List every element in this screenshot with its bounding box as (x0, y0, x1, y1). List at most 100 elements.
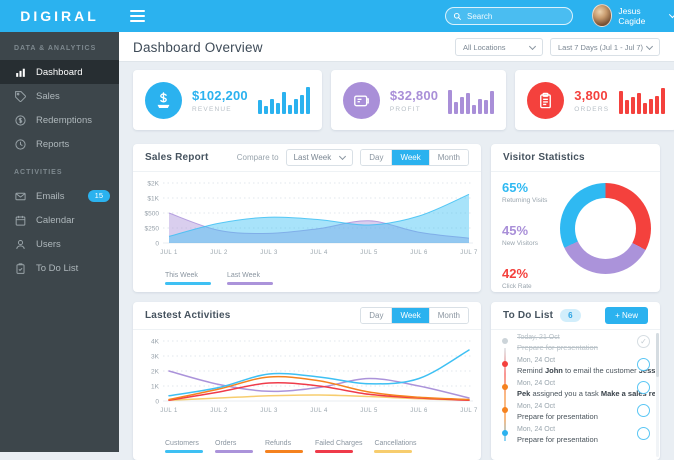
stat-value: $102,200 (192, 87, 248, 103)
svg-text:4K: 4K (151, 338, 160, 345)
svg-text:JUL 4: JUL 4 (310, 408, 328, 414)
svg-text:JUL 6: JUL 6 (410, 408, 428, 414)
visitor-stat-click-rate: 42% Click Rate (502, 266, 547, 290)
stat-card-revenue: $102,200 REVENUE (133, 70, 322, 130)
card-title: Visitor Statistics (503, 152, 585, 163)
svg-text:2K: 2K (151, 368, 160, 375)
chevron-down-icon (528, 42, 537, 50)
stat-value: $32,800 (389, 87, 439, 103)
todo-checkbox[interactable] (637, 404, 650, 417)
todo-checkbox[interactable] (637, 358, 650, 371)
clipboard-icon (14, 262, 27, 275)
date-range-filter[interactable]: Last 7 Days (Jul 1 - Jul 7) (550, 38, 660, 56)
svg-text:JUL 7: JUL 7 (460, 250, 478, 256)
stat-meta: $102,200 REVENUE (192, 88, 248, 113)
chevron-down-icon (668, 11, 674, 18)
latest-activities-header: Lastest Activities Day Week Month (133, 302, 481, 330)
range-button-week[interactable]: Week (391, 308, 429, 323)
sidebar-item-emails[interactable]: Emails 15 (0, 184, 119, 208)
todo-item: Mon, 24 Oct Prepare for presentation (491, 400, 655, 423)
new-todo-button[interactable]: + New (605, 307, 648, 324)
revenue-icon (145, 81, 182, 119)
sidebar-item-calendar[interactable]: Calendar (0, 208, 119, 232)
sidebar-item-label: Redemptions (36, 114, 92, 126)
stat-card-orders: 3,800 ORDERS (515, 70, 674, 130)
todo-checkbox[interactable] (637, 427, 650, 440)
range-button-week[interactable]: Week (391, 150, 429, 165)
sidebar-item-reports[interactable]: Reports (0, 132, 119, 156)
card-title: To Do List (503, 310, 554, 321)
envelope-icon (14, 190, 27, 203)
user-menu[interactable]: Jesus Cagide (592, 4, 674, 27)
stat-label: PROFIT (389, 105, 421, 113)
todo-date: Today, 21 Oct (517, 334, 560, 341)
sales-report-legend: This Week Last Week (165, 272, 273, 285)
menu-icon[interactable] (130, 10, 145, 22)
sidebar-item-label: To Do List (36, 262, 79, 274)
sidebar: DATA & ANALYTICS Dashboard Sales Redemption… (0, 32, 119, 452)
clock-icon (14, 138, 27, 151)
todo-body: Mon, 24 Oct Prepare for presentation (517, 403, 633, 421)
topbar: DIGIRAL Jesus Cagide (0, 0, 674, 32)
sidebar-item-sales[interactable]: Sales (0, 84, 119, 108)
page-header: Dashboard Overview All Locations Last 7 … (119, 32, 674, 62)
visitor-stat-label: New Visitors (502, 240, 539, 247)
legend-item-customers: Customers (165, 440, 203, 453)
search-input[interactable] (467, 11, 565, 21)
todo-scrollbar[interactable] (656, 333, 659, 457)
visitor-stat-returning-visits: 65% Returning Visits (502, 180, 547, 204)
activities-chart: 4K 3K 2K 1K 0JUL 1 JUL 2 JUL 3 JUL 4 JUL 5 JUL 6 J… (151, 338, 478, 414)
todo-dot (502, 430, 508, 436)
page-title: Dashboard Overview (133, 40, 263, 55)
stat-sparkline (257, 86, 310, 114)
range-button-day[interactable]: Day (361, 150, 392, 165)
sidebar-item-dashboard[interactable]: Dashboard (0, 60, 119, 84)
legend-label: Failed Charges (315, 440, 363, 447)
sidebar-item-users[interactable]: Users (0, 232, 119, 256)
sidebar-badge: 15 (87, 190, 110, 202)
location-filter[interactable]: All Locations (455, 38, 543, 56)
todo-body: Today, 21 Oct Prepare for presentation (517, 334, 633, 352)
svg-text:0: 0 (155, 398, 159, 405)
visitor-stat-value: 45% (502, 223, 529, 238)
todo-card: To Do List 6 + New Today, 21 Oct Prepare … (491, 302, 660, 460)
logo: DIGIRAL (20, 8, 99, 24)
todo-body: Mon, 24 Oct Prepare for presentation (517, 426, 633, 444)
sidebar-item-label: Calendar (36, 214, 75, 226)
todo-date: Mon, 24 Oct (517, 426, 556, 433)
search-icon (453, 12, 462, 21)
orders-icon (527, 81, 565, 119)
stat-card-profit: $32,800 PROFIT (330, 70, 507, 130)
visitor-stats-list: 65% Returning Visits 45% New Visitors 42% Cli… (502, 180, 547, 309)
activities-legend: Customers Orders Refunds Failed Charges Canc… (165, 440, 417, 453)
sidebar-item-to-do-list[interactable]: To Do List (0, 256, 119, 280)
stat-meta: 3,800 ORDERS (574, 88, 609, 113)
visitor-stat-value: 65% (502, 180, 529, 195)
stat-value: 3,800 (574, 87, 608, 103)
todo-checkbox[interactable] (637, 381, 650, 394)
range-button-month[interactable]: Month (428, 308, 468, 323)
todo-item: Mon, 24 Oct Pek assigned you a task Make … (491, 377, 655, 400)
range-button-month[interactable]: Month (428, 150, 468, 165)
todo-count-badge: 6 (560, 309, 581, 322)
user-name: Jesus Cagide (618, 5, 646, 26)
sidebar-item-redemptions[interactable]: Redemptions (0, 108, 119, 132)
svg-text:JUL 3: JUL 3 (260, 408, 278, 414)
sales-report-chart: $2K $1K $500 $250 0JUL 1 JUL 2 JUL 3 JUL 4 JUL 5… (145, 180, 478, 256)
svg-text:0: 0 (155, 240, 159, 247)
range-button-day[interactable]: Day (361, 308, 392, 323)
sales-report-header: Sales Report Compare to Last Week Day Wee… (133, 144, 481, 172)
legend-swatch (227, 282, 273, 285)
todo-item: Today, 21 Oct Prepare for presentation ✓ (491, 331, 655, 354)
todo-checkbox[interactable]: ✓ (637, 335, 650, 348)
sidebar-section-label: DATA & ANALYTICS (14, 45, 97, 52)
svg-text:JUL 3: JUL 3 (260, 250, 278, 256)
todo-text: Prepare for presentation (517, 411, 598, 421)
todo-text: Remind John to email the customer Jessie… (517, 365, 655, 375)
chevron-down-icon (339, 152, 347, 161)
compare-to-select[interactable]: Last Week (285, 149, 354, 166)
legend-label: Customers (165, 440, 199, 447)
todo-body: Mon, 24 Oct Pek assigned you a task Make … (517, 380, 655, 398)
visitor-stat-label: Returning Visits (502, 197, 548, 204)
legend-label: Cancellations (374, 440, 417, 447)
